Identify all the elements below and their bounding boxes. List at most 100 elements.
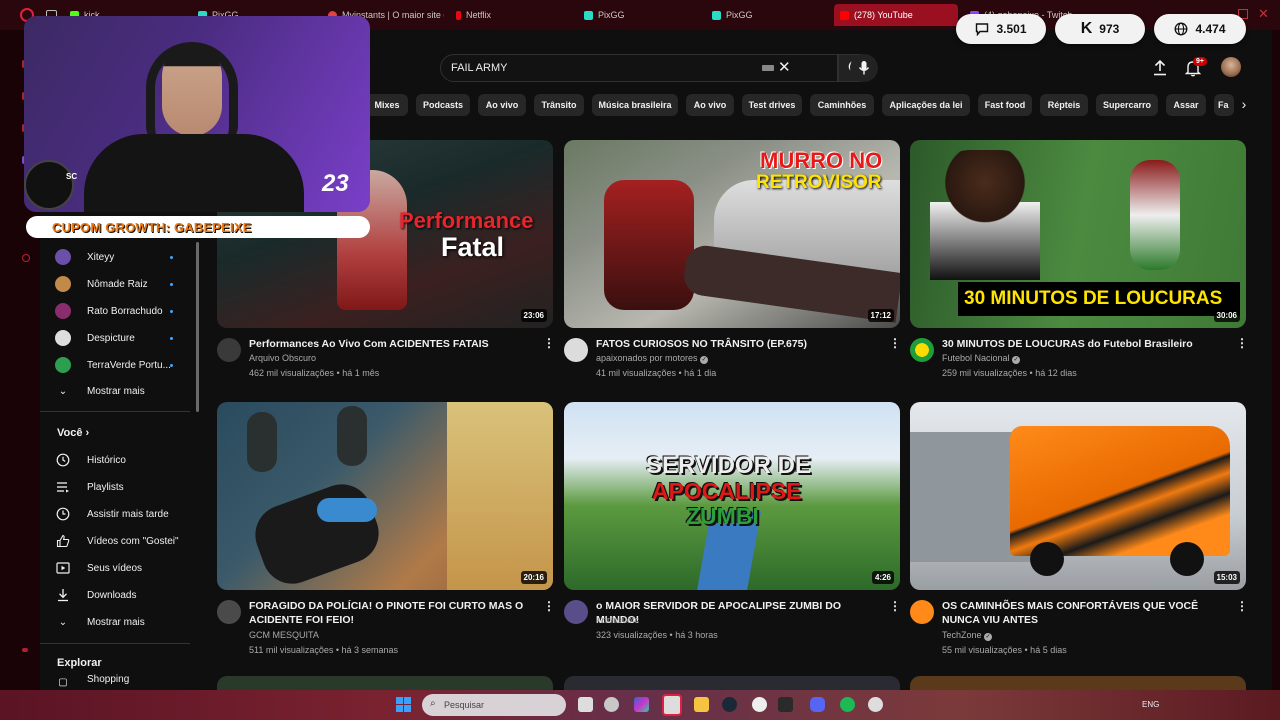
sidebar-item-downloads[interactable]: Downloads (55, 583, 136, 607)
chip-transito[interactable]: Trânsito (534, 94, 584, 116)
sidebar-show-more-2[interactable]: ⌄ Mostrar mais (55, 610, 145, 634)
sidebar: Xiteyy Nômade Raiz Rato Borrachudo Despi… (40, 230, 200, 690)
steam-icon[interactable] (722, 697, 737, 712)
sidebar-item-xiteyy[interactable]: Xiteyy (55, 245, 114, 269)
video-channel[interactable]: apaixonados por motores ✓ (596, 353, 709, 364)
video-channel[interactable]: GCM MESQUITA (249, 630, 319, 640)
chip-podcasts[interactable]: Podcasts (416, 94, 470, 116)
chips-next-chevron-icon[interactable]: › (1236, 96, 1252, 112)
sidebar-item-rato-borrachudo[interactable]: Rato Borrachudo (55, 299, 163, 323)
thumbnail-moto (604, 180, 694, 310)
browser-tab-active[interactable]: (278) YouTube (834, 4, 958, 26)
chip-fast-food[interactable]: Fast food (978, 94, 1032, 116)
sidebar-item-shopping[interactable]: ▢ Shopping (55, 674, 129, 690)
video-thumbnail[interactable]: 30 MINUTOS DE LOUCURAS 30:06 (910, 140, 1246, 328)
more-options-icon[interactable]: ⋮ (1236, 337, 1248, 349)
avatar[interactable] (1221, 57, 1241, 77)
chip-musica-brasileira[interactable]: Música brasileira (592, 94, 678, 116)
sidebar-item-nomade-raiz[interactable]: Nômade Raiz (55, 272, 148, 296)
sidebar-section-you[interactable]: Você › (57, 427, 89, 439)
discord-icon[interactable] (810, 697, 825, 712)
chip-ao-vivo-2[interactable]: Ao vivo (686, 94, 734, 116)
video-title[interactable]: OS CAMINHÕES MAIS CONFORTÁVEIS QUE VOCÊ … (942, 599, 1232, 627)
sidebar-item-label: Seus vídeos (87, 562, 143, 574)
video-title[interactable]: o MAIOR SERVIDOR DE APOCALIPSE ZUMBI DO … (596, 599, 886, 627)
sidebar-item-label: Nômade Raiz (87, 278, 148, 290)
video-title[interactable]: 30 MINUTOS DE LOUCURAS do Futebol Brasil… (942, 337, 1222, 351)
video-channel[interactable]: Futebol Nacional ✓ (942, 353, 1021, 364)
sidebar-item-playlists[interactable]: Playlists (55, 475, 124, 499)
browser-tab[interactable]: Netflix (450, 4, 570, 26)
keyboard-icon[interactable] (762, 65, 774, 71)
play-square-icon (55, 560, 71, 576)
video-thumbnail[interactable]: SERVIDOR DE APOCALIPSE ZUMBI 4:26 (564, 402, 900, 590)
video-title[interactable]: FORAGIDO DA POLÍCIA! O PINOTE FOI CURTO … (249, 599, 529, 627)
chip-caminhoes[interactable]: Caminhões (810, 94, 874, 116)
sidebar-app-icon[interactable] (22, 648, 28, 652)
sidebar-item-label: Vídeos com "Gostei" (87, 535, 179, 547)
video-title[interactable]: Performances Ao Vivo Com ACIDENTES FATAI… (249, 337, 529, 351)
more-options-icon[interactable]: ⋮ (1236, 600, 1248, 612)
clear-search-icon[interactable]: ✕ (778, 60, 791, 76)
chip-mixes[interactable]: Mixes (366, 94, 408, 116)
windows-start-icon[interactable] (396, 697, 411, 712)
sidebar-item-seus-videos[interactable]: Seus vídeos (55, 556, 142, 580)
window-close-icon[interactable]: ✕ (1258, 6, 1269, 22)
chip-fa[interactable]: Fa (1214, 94, 1234, 116)
channel-avatar[interactable] (564, 600, 588, 624)
language-indicator[interactable]: ENG (1142, 700, 1159, 709)
chip-ao-vivo[interactable]: Ao vivo (478, 94, 526, 116)
spotify-icon[interactable] (840, 697, 855, 712)
more-options-icon[interactable]: ⋮ (889, 337, 901, 349)
chip-repteis[interactable]: Répteis (1040, 94, 1088, 116)
video-thumbnail[interactable] (564, 676, 900, 690)
channel-avatar[interactable] (564, 338, 588, 362)
taskbar-app-icon[interactable] (604, 697, 619, 712)
more-options-icon[interactable]: ⋮ (543, 337, 555, 349)
video-thumbnail[interactable]: 15:03 (910, 402, 1246, 590)
voice-search-button[interactable] (850, 54, 878, 82)
browser-tab[interactable]: PixGG (706, 4, 826, 26)
sidebar-item-historico[interactable]: Histórico (55, 448, 126, 472)
video-thumbnail[interactable] (217, 676, 553, 690)
video-thumbnail[interactable]: MURRO NO RETROVISOR 17:12 (564, 140, 900, 328)
channel-avatar[interactable] (910, 600, 934, 624)
sidebar-item-despicture[interactable]: Despicture (55, 326, 135, 350)
video-thumbnail[interactable]: 20:16 (217, 402, 553, 590)
verified-icon: ✓ (1012, 356, 1021, 364)
sidebar-scrollbar[interactable] (196, 242, 199, 412)
sidebar-show-more[interactable]: ⌄ Mostrar mais (55, 379, 145, 403)
stat-pill-total: 4.474 (1154, 14, 1246, 44)
taskbar-app-icon[interactable] (634, 697, 649, 712)
channel-avatar (55, 276, 71, 292)
sidebar-item-videos-gostei[interactable]: Vídeos com "Gostei" (55, 529, 179, 553)
upload-icon[interactable] (1152, 59, 1168, 82)
taskbar-search-input[interactable]: ⌕ Pesquisar (422, 694, 566, 716)
taskbar-app-icon[interactable] (752, 697, 767, 712)
taskbar-app-icon[interactable] (868, 697, 883, 712)
sidebar-item-label: Shopping (87, 674, 130, 685)
channel-avatar[interactable] (217, 600, 241, 624)
more-options-icon[interactable]: ⋮ (889, 600, 901, 612)
chip-supercarro[interactable]: Supercarro (1096, 94, 1158, 116)
taskbar-app-icon[interactable] (778, 697, 793, 712)
video-title[interactable]: FATOS CURIOSOS NO TRÂNSITO (EP.675) (596, 337, 876, 351)
video-channel[interactable]: kzinhuuofc (596, 615, 639, 625)
thumbnail-player (930, 150, 1040, 280)
sidebar-item-terraverde[interactable]: TerraVerde Portu... (55, 353, 171, 377)
chip-test-drives[interactable]: Test drives (742, 94, 802, 116)
file-explorer-icon[interactable] (694, 697, 709, 712)
task-view-icon[interactable] (578, 697, 593, 712)
video-channel[interactable]: Arquivo Obscuro (249, 353, 316, 363)
chip-assar[interactable]: Assar (1166, 94, 1206, 116)
channel-avatar[interactable] (910, 338, 934, 362)
channel-avatar[interactable] (217, 338, 241, 362)
video-thumbnail[interactable] (910, 676, 1246, 690)
sidebar-app-icon[interactable] (22, 254, 30, 262)
more-options-icon[interactable]: ⋮ (543, 600, 555, 612)
chip-aplicacoes-da-lei[interactable]: Aplicações da lei (882, 94, 970, 116)
video-channel[interactable]: TechZone ✓ (942, 630, 993, 641)
opera-browser-icon[interactable] (662, 694, 682, 716)
browser-tab[interactable]: PixGG (578, 4, 698, 26)
sidebar-item-assistir-mais-tarde[interactable]: Assistir mais tarde (55, 502, 169, 526)
